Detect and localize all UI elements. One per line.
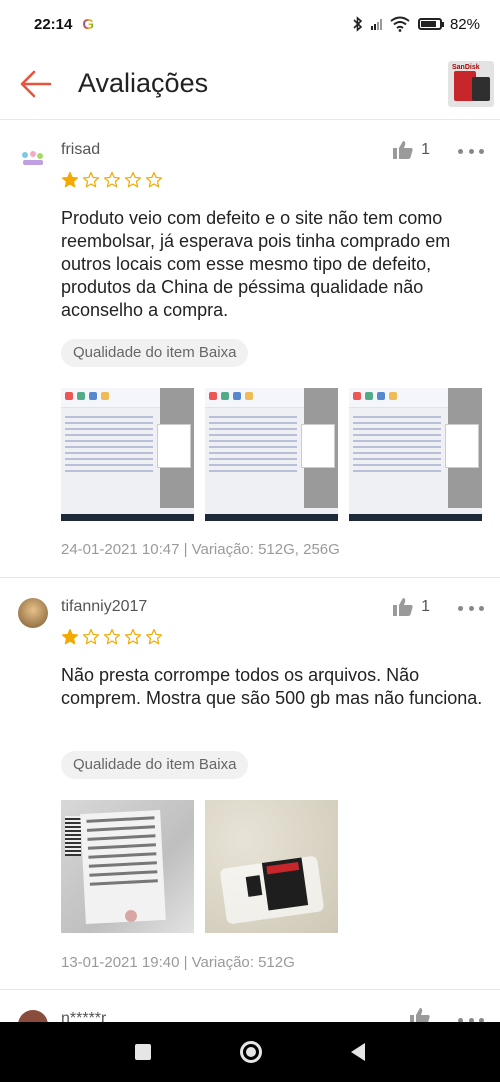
thumbs-up-icon: [393, 141, 413, 159]
google-g-icon: G: [82, 15, 95, 33]
avatar[interactable]: [18, 598, 48, 628]
status-time: 22:14: [34, 15, 73, 33]
review-item: frisad 1 Produto veio com defeito e o si…: [0, 121, 500, 578]
review-photo[interactable]: [205, 800, 338, 933]
review-photos: [61, 388, 482, 521]
home-button[interactable]: [239, 1041, 262, 1063]
battery-percent: 82%: [449, 15, 480, 33]
star-filled-icon: [61, 628, 79, 645]
review-photo[interactable]: [349, 388, 482, 521]
star-empty-icon: [103, 171, 121, 188]
more-options-button[interactable]: [458, 598, 484, 618]
star-empty-icon: [145, 628, 163, 645]
battery-icon: [417, 18, 444, 30]
star-rating: [61, 171, 163, 189]
review-username: tifanniy2017: [61, 598, 148, 615]
quality-tag: Qualidade do item Baixa: [61, 751, 249, 779]
review-meta: 24-01-2021 10:47 | Variação: 512G, 256G: [61, 541, 340, 558]
review-meta: 13-01-2021 19:40 | Variação: 512G: [61, 954, 295, 971]
star-empty-icon: [103, 628, 121, 645]
review-item: tifanniy2017 1 Não presta corrompe todos…: [0, 578, 500, 990]
star-empty-icon: [82, 628, 100, 645]
star-empty-icon: [145, 171, 163, 188]
star-empty-icon: [124, 628, 142, 645]
like-button[interactable]: 1: [393, 598, 430, 616]
review-photo[interactable]: [61, 800, 194, 933]
product-thumbnail[interactable]: SanDisk: [448, 60, 494, 107]
star-empty-icon: [82, 171, 100, 188]
review-text: Produto veio com defeito e o site não te…: [61, 208, 451, 320]
review-username: frisad: [61, 141, 101, 158]
back-nav-button[interactable]: [351, 1043, 366, 1061]
avatar[interactable]: [18, 143, 48, 173]
star-filled-icon: [61, 171, 79, 188]
review-photos: [61, 800, 338, 933]
like-count: 1: [421, 141, 430, 158]
quality-tag: Qualidade do item Baixa: [61, 339, 249, 367]
like-count: 1: [421, 598, 430, 615]
review-photo[interactable]: [61, 388, 194, 521]
like-button[interactable]: 1: [393, 141, 430, 159]
back-button[interactable]: [6, 54, 66, 114]
recents-button[interactable]: [134, 1044, 151, 1060]
star-empty-icon: [124, 171, 142, 188]
star-rating: [61, 628, 163, 646]
app-header: Avaliações SanDisk: [0, 48, 500, 120]
bluetooth-icon: [353, 16, 363, 32]
status-bar: 22:14 G 82%: [0, 0, 500, 48]
page-title: Avaliações: [78, 68, 209, 98]
system-nav-bar: [0, 1022, 500, 1082]
thumbs-up-icon: [393, 598, 413, 616]
review-text: Não presta corrompe todos os arquivos. N…: [61, 665, 483, 708]
more-options-button[interactable]: [458, 141, 484, 161]
cell-signal-icon: [370, 18, 382, 30]
wifi-icon: [390, 16, 410, 32]
review-photo[interactable]: [205, 388, 338, 521]
arrow-left-icon: [20, 70, 52, 97]
